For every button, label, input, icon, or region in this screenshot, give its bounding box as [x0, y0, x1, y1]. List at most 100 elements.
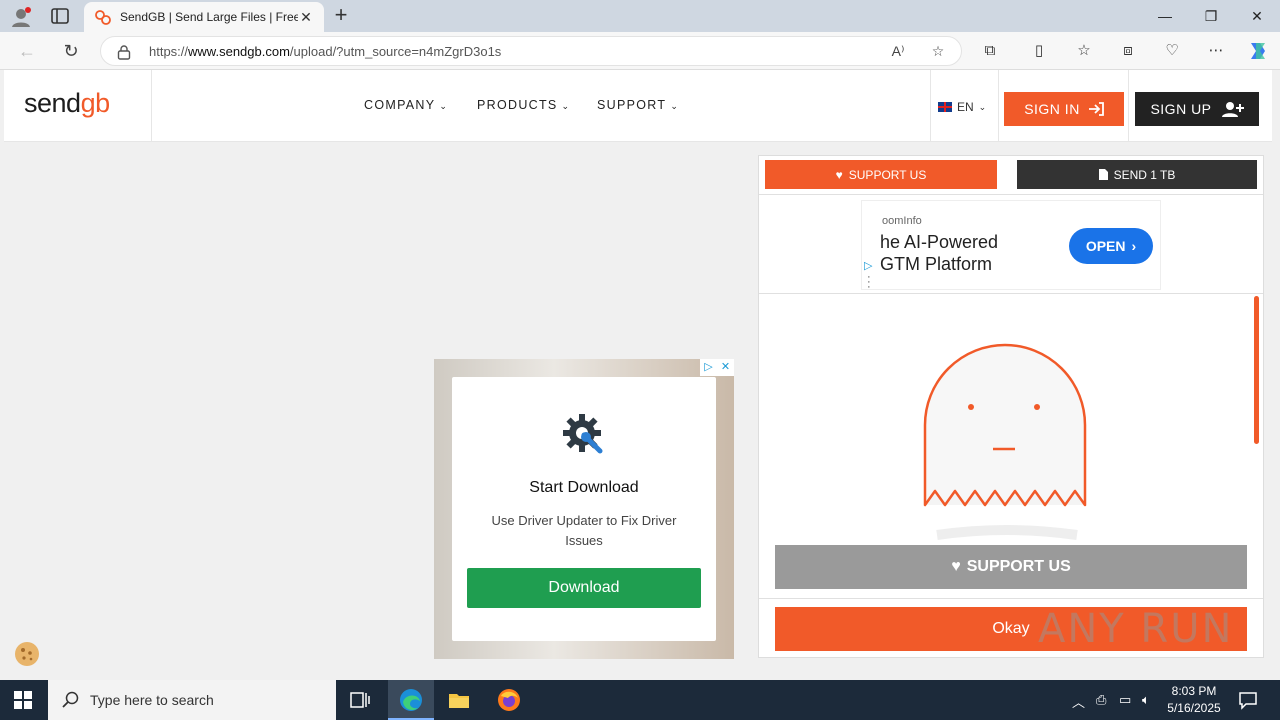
- chevron-down-icon: ⌄: [561, 101, 571, 111]
- panel-divider: [759, 194, 1263, 195]
- ghost-illustration-icon: [923, 343, 1087, 540]
- ad-controls: ▷ ✕: [700, 359, 734, 376]
- nav-products-label: PRODUCTS: [477, 98, 558, 112]
- profile-icon[interactable]: [10, 6, 32, 28]
- tray-overflow-icon[interactable]: ︿: [1072, 692, 1085, 711]
- ghost-illustration-area: [759, 295, 1263, 543]
- chevron-down-icon: ⌄: [978, 101, 987, 112]
- sign-in-label: SIGN IN: [1024, 101, 1080, 117]
- adchoices-icon[interactable]: ▷: [700, 359, 717, 376]
- site-header: sendgb COMPANY ⌄ PRODUCTS ⌄ SUPPORT ⌄ EN ⌄ …: [4, 70, 1272, 142]
- chevron-right-icon: ›: [1131, 238, 1137, 254]
- edge-browser-icon[interactable]: [399, 688, 423, 712]
- language-label: EN: [957, 100, 974, 114]
- popup-ad[interactable]: ▷ ✕ Start Download Use Driver Updater to…: [434, 359, 734, 659]
- window-close-icon[interactable]: ✕: [1234, 0, 1280, 32]
- download-button[interactable]: Download: [467, 568, 701, 608]
- cookie-settings-icon[interactable]: [14, 641, 40, 667]
- ad-open-label: OPEN: [1085, 238, 1126, 254]
- back-icon[interactable]: ←: [16, 40, 38, 62]
- nav-company[interactable]: COMPANY ⌄: [364, 98, 448, 112]
- browser-tabstrip: SendGB | Send Large Files | Free f ✕ + —…: [0, 0, 1280, 32]
- anyrun-watermark: ANY RUN: [1038, 606, 1234, 652]
- send-1tb-label: SEND 1 TB: [1113, 167, 1176, 182]
- add-user-icon: [1221, 102, 1244, 117]
- address-bar[interactable]: https://www.sendgb.com/upload/?utm_sourc…: [100, 36, 962, 66]
- copilot-icon[interactable]: [1246, 39, 1270, 63]
- support-us-button[interactable]: ♥ SUPPORT US: [775, 545, 1247, 589]
- lock-icon[interactable]: [117, 44, 131, 60]
- taskbar-search-box[interactable]: Type here to search: [48, 680, 336, 720]
- sign-up-label: SIGN UP: [1150, 101, 1212, 117]
- minimize-icon[interactable]: —: [1142, 0, 1188, 32]
- nav-products[interactable]: PRODUCTS ⌄: [477, 98, 570, 112]
- clock-date: 5/16/2025: [1167, 701, 1221, 715]
- ad-brand: oomInfo: [882, 215, 922, 227]
- sign-in-arrow-icon: [1088, 102, 1104, 116]
- ad-close-icon[interactable]: ✕: [717, 359, 734, 376]
- url-scheme: https://: [149, 44, 189, 59]
- tab-actions-icon[interactable]: [50, 7, 70, 25]
- sendgb-logo[interactable]: sendgb: [24, 88, 110, 119]
- file-explorer-icon[interactable]: [447, 688, 471, 712]
- browser-essentials-icon[interactable]: ♡: [1162, 41, 1182, 61]
- new-tab-icon[interactable]: +: [330, 4, 352, 26]
- ad-open-button[interactable]: OPEN ›: [1069, 228, 1153, 264]
- popup-ad-description: Use Driver Updater to Fix Driver Issues: [491, 513, 677, 548]
- url-path: /upload/?utm_source=n4mZgrD3o1s: [289, 44, 502, 59]
- banner-ad[interactable]: oomInfo he AI-Powered GTM Platform OPEN ›…: [861, 200, 1161, 290]
- uk-flag-icon: [938, 102, 952, 112]
- sign-up-button[interactable]: SIGN UP: [1135, 92, 1259, 126]
- network-icon[interactable]: ▭: [1119, 692, 1131, 708]
- ad-headline: he AI-Powered GTM Platform: [880, 232, 999, 274]
- logo-text-send: send: [24, 88, 81, 118]
- collections-icon[interactable]: ⧈: [1118, 41, 1138, 61]
- logo-divider: [151, 70, 152, 142]
- notifications-icon[interactable]: [1236, 688, 1260, 712]
- support-us-top-label: SUPPORT US: [848, 167, 927, 182]
- url-text[interactable]: https://www.sendgb.com/upload/?utm_sourc…: [149, 44, 501, 59]
- tray-device-icon[interactable]: ⎙: [1096, 692, 1106, 708]
- chevron-down-icon: ⌄: [670, 101, 680, 111]
- panel-divider: [759, 293, 1263, 294]
- browser-toolbar: ← ↻ https://www.sendgb.com/upload/?utm_s…: [0, 32, 1280, 70]
- file-icon: [1098, 169, 1108, 180]
- nav-support[interactable]: SUPPORT ⌄: [597, 98, 679, 112]
- header-divider: [930, 70, 931, 142]
- favorites-icon[interactable]: ☆: [1074, 41, 1094, 61]
- favorite-star-icon[interactable]: ☆: [929, 43, 947, 61]
- volume-icon[interactable]: 🔈︎: [1142, 692, 1150, 708]
- firefox-icon[interactable]: [497, 688, 521, 712]
- split-screen-icon[interactable]: ▯: [1029, 41, 1049, 61]
- restore-icon[interactable]: ❐: [1188, 0, 1234, 32]
- logo-text-gb: gb: [80, 88, 111, 118]
- send-1tb-button[interactable]: SEND 1 TB: [1017, 160, 1257, 189]
- refresh-icon[interactable]: ↻: [60, 40, 82, 62]
- sendgb-favicon-icon: [95, 10, 111, 25]
- browser-tab-active[interactable]: SendGB | Send Large Files | Free f ✕: [84, 2, 324, 32]
- ad-options-icon[interactable]: · · ·: [867, 272, 871, 290]
- extensions-icon[interactable]: ⧉: [980, 41, 1000, 61]
- popup-ad-card[interactable]: Start Download Use Driver Updater to Fix…: [452, 377, 716, 641]
- upload-panel: ♥ SUPPORT US SEND 1 TB oomInfo he AI-Pow…: [758, 155, 1264, 658]
- windows-start-icon[interactable]: [14, 691, 32, 709]
- heart-icon: ♥: [951, 558, 961, 575]
- clock-time: 8:03 PM: [1171, 684, 1217, 698]
- tab-close-icon[interactable]: ✕: [298, 9, 314, 26]
- nav-company-label: COMPANY: [364, 98, 436, 112]
- popup-ad-title: Start Download: [529, 479, 639, 496]
- download-label: Download: [548, 579, 620, 596]
- more-menu-icon[interactable]: ⋯: [1206, 41, 1226, 61]
- task-view-icon[interactable]: [348, 688, 372, 712]
- search-icon: [62, 691, 79, 708]
- url-domain: www.sendgb.com: [188, 44, 290, 59]
- nav-support-label: SUPPORT: [597, 98, 667, 112]
- panel-scrollbar[interactable]: [1254, 296, 1259, 444]
- read-aloud-icon[interactable]: A⁾: [889, 43, 907, 61]
- language-selector[interactable]: EN ⌄: [938, 100, 986, 114]
- support-us-button-top[interactable]: ♥ SUPPORT US: [765, 160, 997, 189]
- windows-taskbar: Type here to search ︿ ⎙ ▭ 🔈︎ 8:03 PM 5/1…: [0, 680, 1280, 720]
- taskbar-clock[interactable]: 8:03 PM 5/16/2025: [1162, 683, 1226, 717]
- sign-in-button[interactable]: SIGN IN: [1004, 92, 1124, 126]
- header-divider: [1128, 70, 1129, 142]
